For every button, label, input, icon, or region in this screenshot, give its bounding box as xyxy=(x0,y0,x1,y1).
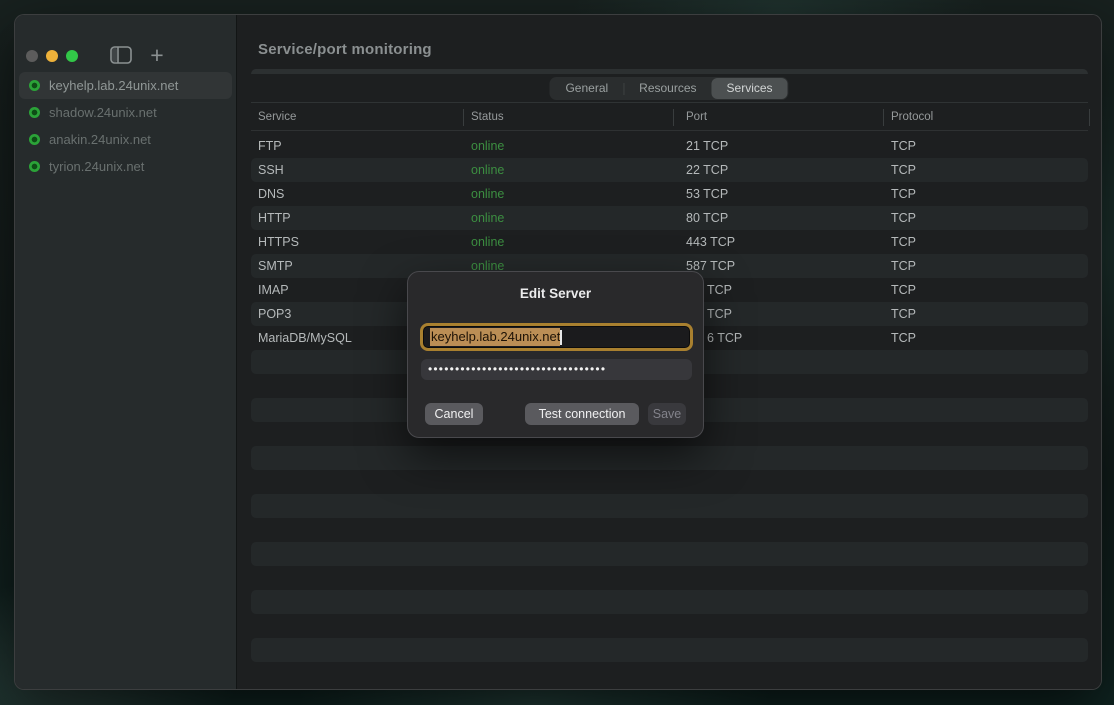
sidebar-toggle-icon[interactable] xyxy=(110,46,134,66)
sidebar-item-server[interactable]: shadow.24unix.net xyxy=(19,99,232,126)
cell-port: 80 TCP xyxy=(686,206,728,230)
column-separator xyxy=(673,109,674,126)
traffic-lights xyxy=(26,50,78,62)
selected-text: keyhelp.lab.24unix.net xyxy=(430,328,560,346)
sidebar-item-server[interactable]: anakin.24unix.net xyxy=(19,126,232,153)
server-status-icon xyxy=(29,80,40,91)
cell-port: 443 TCP xyxy=(686,230,735,254)
table-header: Service Status Port Protocol xyxy=(251,102,1088,131)
empty-row xyxy=(251,638,1088,662)
app-window: + keyhelp.lab.24unix.net shadow.24unix.ne… xyxy=(14,14,1102,690)
column-header-port: Port xyxy=(686,111,707,123)
cell-status: online xyxy=(471,158,504,182)
cell-service: SSH xyxy=(258,158,284,182)
column-separator xyxy=(463,109,464,126)
server-status-icon xyxy=(29,107,40,118)
table-row[interactable]: HTTPS online 443 TCP TCP xyxy=(251,230,1088,254)
sidebar-item-label: tyrion.24unix.net xyxy=(49,159,144,174)
sidebar: + keyhelp.lab.24unix.net shadow.24unix.ne… xyxy=(15,15,237,689)
cell-protocol: TCP xyxy=(891,134,916,158)
empty-row xyxy=(251,542,1088,566)
scroll-content-edge xyxy=(251,69,1088,74)
empty-row xyxy=(251,470,1088,494)
empty-row xyxy=(251,614,1088,638)
tab-general[interactable]: General xyxy=(550,78,623,99)
cell-service: POP3 xyxy=(258,302,291,326)
table-row[interactable]: HTTP online 80 TCP TCP xyxy=(251,206,1088,230)
tab-services[interactable]: Services xyxy=(712,78,788,99)
cell-status: online xyxy=(471,206,504,230)
main-content: Service/port monitoring GeneralResources… xyxy=(237,15,1101,689)
save-button[interactable]: Save xyxy=(648,403,686,425)
cell-port: 21 TCP xyxy=(686,134,728,158)
cell-service: MariaDB/MySQL xyxy=(258,326,352,350)
table-row[interactable]: SSH online 22 TCP TCP xyxy=(251,158,1088,182)
cell-protocol: TCP xyxy=(891,158,916,182)
cell-protocol: TCP xyxy=(891,206,916,230)
column-header-service: Service xyxy=(258,111,296,123)
cell-protocol: TCP xyxy=(891,302,916,326)
cell-service: HTTP xyxy=(258,206,291,230)
cell-status: online xyxy=(471,230,504,254)
empty-row xyxy=(251,590,1088,614)
add-server-icon[interactable]: + xyxy=(145,41,169,69)
server-list: keyhelp.lab.24unix.net shadow.24unix.net a… xyxy=(19,72,232,180)
column-header-protocol: Protocol xyxy=(891,111,933,123)
tab-bar: GeneralResourcesServices xyxy=(549,77,788,100)
text-caret xyxy=(560,330,562,345)
password-input[interactable]: ••••••••••••••••••••••••••••••••• xyxy=(421,359,692,380)
cell-port: 22 TCP xyxy=(686,158,728,182)
server-status-icon xyxy=(29,134,40,145)
dialog-title: Edit Server xyxy=(408,286,703,301)
server-name-input[interactable]: keyhelp.lab.24unix.net xyxy=(420,323,693,351)
test-connection-button[interactable]: Test connection xyxy=(525,403,639,425)
column-header-status: Status xyxy=(471,111,504,123)
column-separator xyxy=(883,109,884,126)
cell-service: DNS xyxy=(258,182,284,206)
sidebar-item-label: keyhelp.lab.24unix.net xyxy=(49,78,178,93)
tab-resources[interactable]: Resources xyxy=(624,78,711,99)
empty-row xyxy=(251,494,1088,518)
table-row[interactable]: DNS online 53 TCP TCP xyxy=(251,182,1088,206)
server-status-icon xyxy=(29,161,40,172)
sidebar-item-label: anakin.24unix.net xyxy=(49,132,151,147)
empty-row xyxy=(251,446,1088,470)
cell-port: 53 TCP xyxy=(686,182,728,206)
cell-protocol: TCP xyxy=(891,254,916,278)
sidebar-item-server[interactable]: keyhelp.lab.24unix.net xyxy=(19,72,232,99)
page-title: Service/port monitoring xyxy=(258,41,432,58)
empty-row xyxy=(251,518,1088,542)
cell-protocol: TCP xyxy=(891,182,916,206)
sidebar-item-server[interactable]: tyrion.24unix.net xyxy=(19,153,232,180)
minimize-button[interactable] xyxy=(46,50,58,62)
cell-protocol: TCP xyxy=(891,230,916,254)
cell-service: SMTP xyxy=(258,254,293,278)
empty-row xyxy=(251,566,1088,590)
cell-service: FTP xyxy=(258,134,282,158)
zoom-button[interactable] xyxy=(66,50,78,62)
sidebar-item-label: shadow.24unix.net xyxy=(49,105,157,120)
column-separator xyxy=(1089,109,1090,126)
edit-server-dialog: Edit Server keyhelp.lab.24unix.net •••••… xyxy=(407,271,704,438)
cell-status: online xyxy=(471,182,504,206)
close-button[interactable] xyxy=(26,50,38,62)
cell-service: HTTPS xyxy=(258,230,299,254)
cell-protocol: TCP xyxy=(891,326,916,350)
cell-service: IMAP xyxy=(258,278,289,302)
cell-status: online xyxy=(471,134,504,158)
table-row[interactable]: FTP online 21 TCP TCP xyxy=(251,134,1088,158)
cancel-button[interactable]: Cancel xyxy=(425,403,483,425)
cell-protocol: TCP xyxy=(891,278,916,302)
